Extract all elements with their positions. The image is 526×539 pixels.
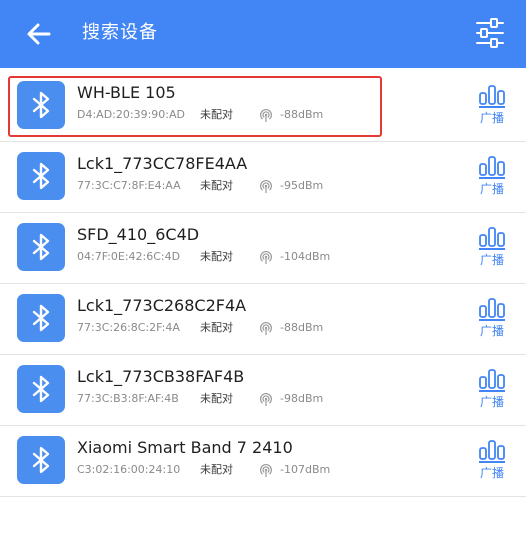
broadcast-button[interactable]: 广播 xyxy=(470,296,514,346)
device-list: WH-BLE 105 D4:AD:20:39:90:AD 未配对 -88dBm … xyxy=(0,71,526,497)
broadcast-button[interactable]: 广播 xyxy=(470,438,514,488)
device-row[interactable]: Lck1_773CC78FE4AA 77:3C:C7:8F:E4:AA 未配对 … xyxy=(0,142,526,213)
broadcast-button[interactable]: 广播 xyxy=(470,154,514,204)
broadcast-label: 广播 xyxy=(479,395,504,409)
bar-chart-icon xyxy=(479,227,505,250)
bluetooth-icon xyxy=(32,446,50,474)
pair-status: 未配对 xyxy=(200,250,233,263)
bluetooth-icon-tile xyxy=(17,152,65,200)
signal-icon xyxy=(260,108,272,122)
device-row[interactable]: Lck1_773CB38FAF4B 77:3C:B3:8F:AF:4B 未配对 … xyxy=(0,355,526,426)
broadcast-button[interactable]: 广播 xyxy=(470,225,514,275)
signal-icon xyxy=(260,250,272,264)
broadcast-label: 广播 xyxy=(479,324,504,338)
bluetooth-icon xyxy=(32,233,50,261)
pair-status: 未配对 xyxy=(200,108,233,121)
signal-strength: -98dBm xyxy=(280,392,324,405)
pair-status: 未配对 xyxy=(200,321,233,334)
pair-status: 未配对 xyxy=(200,463,233,476)
bar-chart-icon xyxy=(479,440,505,463)
device-name: Lck1_773CC78FE4AA xyxy=(77,154,248,173)
app-header: 搜索设备 xyxy=(0,0,526,68)
device-name: Lck1_773CB38FAF4B xyxy=(77,367,245,386)
broadcast-label: 广播 xyxy=(479,253,504,267)
broadcast-button[interactable]: 广播 xyxy=(470,367,514,417)
device-row[interactable]: Xiaomi Smart Band 7 2410 C3:02:16:00:24:… xyxy=(0,426,526,497)
bluetooth-icon xyxy=(32,162,50,190)
broadcast-label: 广播 xyxy=(479,182,504,196)
bar-chart-icon xyxy=(479,156,505,179)
filter-button[interactable] xyxy=(474,16,506,50)
device-row[interactable]: Lck1_773C268C2F4A 77:3C:26:8C:2F:4A 未配对 … xyxy=(0,284,526,355)
device-mac: 77:3C:C7:8F:E4:AA xyxy=(77,179,181,192)
page-title: 搜索设备 xyxy=(82,22,158,43)
pair-status: 未配对 xyxy=(200,392,233,405)
signal-strength: -104dBm xyxy=(280,250,331,263)
device-mac: 77:3C:B3:8F:AF:4B xyxy=(77,392,179,405)
signal-strength: -88dBm xyxy=(280,321,324,334)
signal-icon xyxy=(260,463,272,477)
device-row[interactable]: SFD_410_6C4D 04:7F:0E:42:6C:4D 未配对 -104d… xyxy=(0,213,526,284)
device-mac: 04:7F:0E:42:6C:4D xyxy=(77,250,181,263)
bluetooth-icon xyxy=(32,375,50,403)
device-name: WH-BLE 105 xyxy=(77,83,176,102)
bar-chart-icon xyxy=(479,298,505,321)
bluetooth-icon-tile xyxy=(17,81,65,129)
bar-chart-icon xyxy=(479,85,505,108)
back-button[interactable] xyxy=(22,17,56,51)
bluetooth-icon-tile xyxy=(17,365,65,413)
signal-strength: -95dBm xyxy=(280,179,324,192)
device-mac: 77:3C:26:8C:2F:4A xyxy=(77,321,180,334)
broadcast-label: 广播 xyxy=(479,466,504,480)
bluetooth-icon-tile xyxy=(17,223,65,271)
signal-icon xyxy=(260,179,272,193)
broadcast-button[interactable]: 广播 xyxy=(470,83,514,133)
sliders-icon xyxy=(476,18,504,48)
bar-chart-icon xyxy=(479,369,505,392)
pair-status: 未配对 xyxy=(200,179,233,192)
device-name: SFD_410_6C4D xyxy=(77,225,200,244)
bluetooth-icon-tile xyxy=(17,436,65,484)
bluetooth-icon xyxy=(32,91,50,119)
device-name: Xiaomi Smart Band 7 2410 xyxy=(77,438,293,457)
device-row[interactable]: WH-BLE 105 D4:AD:20:39:90:AD 未配对 -88dBm … xyxy=(0,71,526,142)
device-name: Lck1_773C268C2F4A xyxy=(77,296,247,315)
bluetooth-icon xyxy=(32,304,50,332)
broadcast-label: 广播 xyxy=(479,111,504,125)
device-mac: D4:AD:20:39:90:AD xyxy=(77,108,185,121)
signal-strength: -107dBm xyxy=(280,463,331,476)
device-mac: C3:02:16:00:24:10 xyxy=(77,463,181,476)
arrow-left-icon xyxy=(27,23,51,45)
signal-icon xyxy=(260,392,272,406)
bluetooth-icon-tile xyxy=(17,294,65,342)
signal-icon xyxy=(260,321,272,335)
signal-strength: -88dBm xyxy=(280,108,324,121)
